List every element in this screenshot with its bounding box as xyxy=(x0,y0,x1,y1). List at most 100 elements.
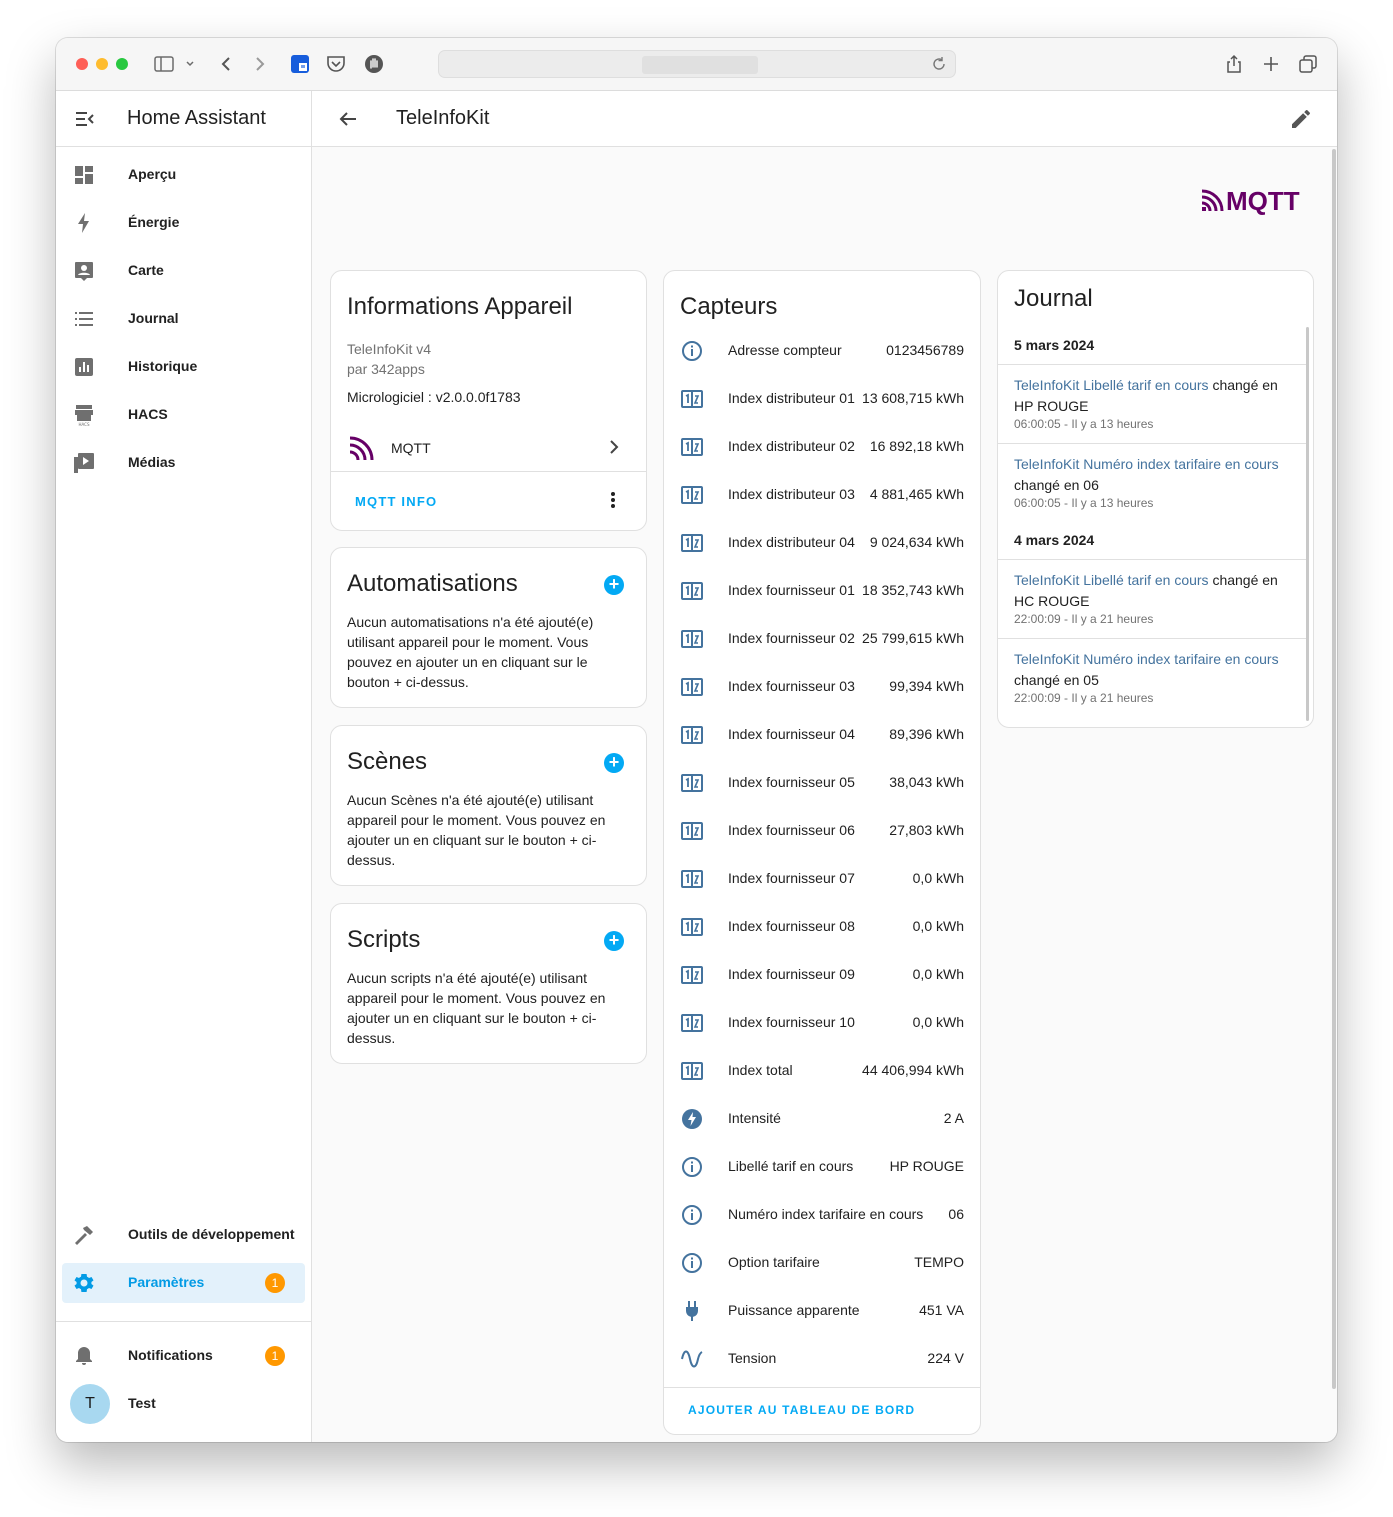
sensor-value: 0,0 kWh xyxy=(912,918,964,934)
sidebar-toggle-icon[interactable] xyxy=(152,52,176,76)
sensor-row[interactable]: Index fournisseur 02 25 799,615 kWh xyxy=(664,615,980,663)
close-window-button[interactable] xyxy=(76,58,88,70)
sensor-row[interactable]: Index fournisseur 08 0,0 kWh xyxy=(664,903,980,951)
sidebar-item-carte[interactable]: Carte xyxy=(62,251,305,291)
sensor-value: 27,803 kWh xyxy=(889,822,964,838)
address-bar[interactable] xyxy=(438,50,956,78)
scripts-empty-text: Aucun scripts n'a été ajouté(e) utilisan… xyxy=(347,970,606,1046)
information-icon xyxy=(680,1251,704,1275)
sensor-row[interactable]: Tension 224 V xyxy=(664,1335,980,1383)
sidebar-item-dev-tools[interactable]: Outils de développement xyxy=(62,1215,305,1255)
sensor-value: 224 V xyxy=(927,1350,964,1366)
sensor-row[interactable]: Adresse compteur 0123456789 xyxy=(664,327,980,375)
sensor-row[interactable]: Index fournisseur 07 0,0 kWh xyxy=(664,855,980,903)
sensor-row[interactable]: Index distributeur 02 16 892,18 kWh xyxy=(664,423,980,471)
logbook-entity-link[interactable]: TeleInfoKit Numéro index tarifaire en co… xyxy=(1014,651,1279,667)
power-plug-icon xyxy=(680,1299,704,1323)
add-scene-button[interactable]: + xyxy=(604,753,624,773)
avatar: T xyxy=(70,1384,110,1424)
page-scrollbar[interactable] xyxy=(1332,149,1336,1389)
minimize-window-button[interactable] xyxy=(96,58,108,70)
zoom-window-button[interactable] xyxy=(116,58,128,70)
sensor-row[interactable]: Index fournisseur 10 0,0 kWh xyxy=(664,999,980,1047)
sensor-row[interactable]: Index fournisseur 03 99,394 kWh xyxy=(664,663,980,711)
sidebar-item-energie[interactable]: Énergie xyxy=(62,203,305,243)
sensor-name: Index fournisseur 05 xyxy=(728,774,855,790)
add-script-button[interactable]: + xyxy=(604,931,624,951)
back-nav-icon[interactable] xyxy=(214,52,238,76)
logbook-entity-link[interactable]: TeleInfoKit Libellé tarif en cours xyxy=(1014,377,1209,393)
counter-icon xyxy=(680,771,704,795)
logbook-timestamp: 06:00:05 - Il y a 13 heures xyxy=(1014,496,1154,510)
add-to-dashboard-button[interactable]: AJOUTER AU TABLEAU DE BORD xyxy=(688,1403,915,1417)
logbook-message: TeleInfoKit Numéro index tarifaire en co… xyxy=(1014,649,1286,691)
sensor-row[interactable]: Index total 44 406,994 kWh xyxy=(664,1047,980,1095)
sensor-row[interactable]: Libellé tarif en cours HP ROUGE xyxy=(664,1143,980,1191)
sensor-value: 16 892,18 kWh xyxy=(869,438,964,454)
logbook-entity-link[interactable]: TeleInfoKit Libellé tarif en cours xyxy=(1014,572,1209,588)
blurred-url xyxy=(642,56,758,74)
logbook-entity-link[interactable]: TeleInfoKit Numéro index tarifaire en co… xyxy=(1014,456,1279,472)
sensor-row[interactable]: Puissance apparente 451 VA xyxy=(664,1287,980,1335)
mqtt-info-button[interactable]: MQTT INFO xyxy=(355,494,437,509)
sensor-row[interactable]: Index distributeur 01 13 608,715 kWh xyxy=(664,375,980,423)
logbook-timestamp: 22:00:09 - Il y a 21 heures xyxy=(1014,691,1154,705)
sensor-value: 9 024,634 kWh xyxy=(869,534,964,550)
sensor-name: Intensité xyxy=(728,1110,781,1126)
sidebar-item-user[interactable]: T Test xyxy=(62,1384,305,1424)
sensor-name: Index fournisseur 04 xyxy=(728,726,855,742)
sensors-title: Capteurs xyxy=(680,293,778,320)
sidebar-item-notifications[interactable]: Notifications 1 xyxy=(62,1336,305,1376)
sensor-value: 44 406,994 kWh xyxy=(862,1062,964,1078)
counter-icon xyxy=(680,435,704,459)
integration-row[interactable]: MQTT xyxy=(331,425,646,473)
reload-icon[interactable] xyxy=(929,54,949,74)
new-tab-icon[interactable] xyxy=(1259,52,1283,76)
sidebar-header: Home Assistant xyxy=(56,91,311,147)
hand-blocker-icon[interactable] xyxy=(362,52,386,76)
sidebar-item-label: Journal xyxy=(128,310,179,326)
sidebar-item-journal[interactable]: Journal xyxy=(62,299,305,339)
counter-icon xyxy=(680,627,704,651)
sidebar-item-apercu[interactable]: Aperçu xyxy=(62,155,305,195)
notifications-badge: 1 xyxy=(265,1346,285,1366)
integration-name: MQTT xyxy=(391,440,431,456)
sidebar-item-label: HACS xyxy=(128,406,168,422)
main-content: TeleInfoKit MQTT Informations Appareil T… xyxy=(312,91,1337,1442)
pencil-icon[interactable] xyxy=(1289,107,1313,131)
sidebar-item-parametres[interactable]: Paramètres 1 xyxy=(62,1263,305,1303)
sensor-row[interactable]: Index fournisseur 09 0,0 kWh xyxy=(664,951,980,999)
device-info-card: Informations Appareil TeleInfoKit v4 par… xyxy=(330,270,647,531)
more-vertical-icon[interactable] xyxy=(610,490,616,510)
add-automation-button[interactable]: + xyxy=(604,575,624,595)
sensor-name: Tension xyxy=(728,1350,777,1366)
sidebar-item-label: Notifications xyxy=(128,1347,213,1363)
settings-badge: 1 xyxy=(265,1273,285,1293)
sensor-value: 18 352,743 kWh xyxy=(862,582,964,598)
sidebar-item-medias[interactable]: Médias xyxy=(62,443,305,483)
sensor-row[interactable]: Index fournisseur 05 38,043 kWh xyxy=(664,759,980,807)
sidebar-item-hacs[interactable]: HACS HACS xyxy=(62,395,305,435)
sensor-row[interactable]: Intensité 2 A xyxy=(664,1095,980,1143)
logbook-scrollbar[interactable] xyxy=(1306,327,1309,721)
sensor-row[interactable]: Index distributeur 03 4 881,465 kWh xyxy=(664,471,980,519)
pocket-icon[interactable] xyxy=(324,52,348,76)
sensor-row[interactable]: Index fournisseur 04 89,396 kWh xyxy=(664,711,980,759)
forward-nav-icon[interactable] xyxy=(248,52,272,76)
sensor-row[interactable]: Index distributeur 04 9 024,634 kWh xyxy=(664,519,980,567)
sidebar-item-label: Paramètres xyxy=(128,1274,205,1290)
sidebar-item-historique[interactable]: Historique xyxy=(62,347,305,387)
sensor-row[interactable]: Option tarifaire TEMPO xyxy=(664,1239,980,1287)
sensor-row[interactable]: Index fournisseur 06 27,803 kWh xyxy=(664,807,980,855)
sensor-row[interactable]: Numéro index tarifaire en cours 06 xyxy=(664,1191,980,1239)
tab-overview-icon[interactable] xyxy=(1296,52,1320,76)
logbook-message: TeleInfoKit Libellé tarif en cours chang… xyxy=(1014,570,1286,612)
logbook-entry: TeleInfoKit Numéro index tarifaire en co… xyxy=(998,638,1308,717)
share-icon[interactable] xyxy=(1222,52,1246,76)
logbook-timestamp: 06:00:05 - Il y a 13 heures xyxy=(1014,417,1154,431)
menu-collapse-icon[interactable] xyxy=(72,107,96,131)
sensor-row[interactable]: Index fournisseur 01 18 352,743 kWh xyxy=(664,567,980,615)
bitwarden-extension-icon[interactable] xyxy=(288,52,312,76)
chevron-down-icon[interactable] xyxy=(182,52,198,76)
back-arrow-icon[interactable] xyxy=(336,107,360,131)
